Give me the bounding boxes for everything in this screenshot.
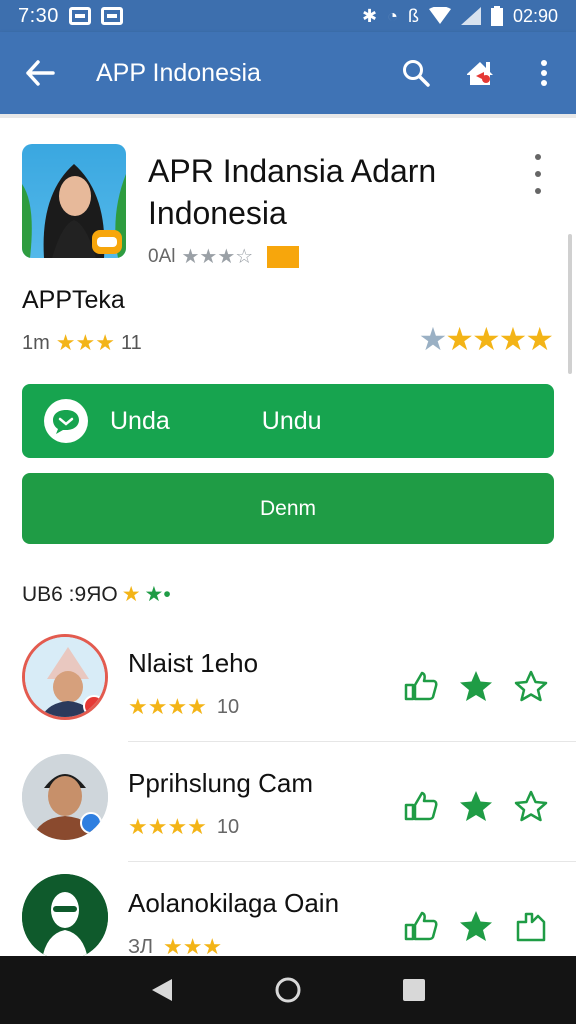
- reviews-section-label: UB6 :9ЯО: [22, 582, 118, 606]
- install-button-label-secondary: Undu: [261, 406, 322, 435]
- review-stars: ★★★★: [128, 694, 207, 719]
- review-rating: ★★★★ 10: [128, 694, 239, 720]
- app-bar-title: APP Indonesia: [96, 58, 261, 87]
- star-outline-icon[interactable]: [514, 670, 548, 702]
- vibrate-icon: ß: [407, 5, 419, 26]
- share-icon[interactable]: [448, 32, 512, 114]
- review-actions: [404, 670, 548, 702]
- rating-stars-gold: ★★★★: [445, 321, 554, 357]
- review-actions: [404, 790, 548, 822]
- status-clock: 02:90: [512, 5, 558, 26]
- status-bar: 7:30 ✱ ◔ ß 02:90: [0, 0, 576, 32]
- app-overflow-menu-icon[interactable]: [526, 154, 550, 194]
- bluetooth-icon: ✱: [361, 5, 378, 26]
- back-arrow-icon[interactable]: [0, 32, 80, 114]
- app-icon: [22, 144, 126, 258]
- scrollbar[interactable]: [568, 234, 572, 374]
- review-count: 10: [216, 695, 240, 718]
- reviews-section-header: UB6 :9ЯО ★ ★•: [22, 582, 171, 607]
- review-actions: [404, 910, 548, 942]
- app-meta-stars: ★★★☆: [181, 246, 254, 268]
- nav-back-icon[interactable]: [150, 977, 174, 1003]
- rating-stars-large: ★★★★★: [418, 320, 554, 358]
- section-star-gold: ★: [121, 583, 141, 606]
- reviewer-name: Pprihslung Cam: [128, 768, 313, 798]
- nav-home-icon[interactable]: [274, 976, 302, 1004]
- app-details-card: APR Indansia Adarn Indonesia 0Al ★★★☆ AP…: [0, 114, 576, 960]
- system-nav-bar: [0, 956, 576, 1024]
- developer-name[interactable]: APPTeka: [22, 286, 125, 315]
- verified-badge-icon: [80, 812, 102, 834]
- rating-star-grey: ★: [418, 321, 448, 357]
- rating-stars: ★★★: [55, 330, 115, 355]
- app-meta-text: 0Al: [148, 245, 176, 267]
- review-divider: [128, 741, 576, 742]
- thumbs-up-icon[interactable]: [404, 791, 438, 821]
- star-filled-icon[interactable]: [459, 670, 493, 702]
- review-count: 10: [216, 815, 240, 838]
- reviewer-avatar: [22, 754, 108, 840]
- message-icon: [100, 7, 123, 25]
- thumbs-up-icon[interactable]: [404, 671, 438, 701]
- star-filled-icon[interactable]: [459, 910, 493, 942]
- rating-prefix: 1m: [22, 331, 50, 354]
- status-time: 7:30: [18, 4, 59, 27]
- reviewer-badge-icon: [83, 695, 105, 717]
- section-star-green: ★•: [144, 583, 171, 606]
- review-rating: ★★★★ 10: [128, 814, 239, 840]
- review-item[interactable]: Nlaist 1eho ★★★★ 10: [0, 634, 576, 754]
- card-top-edge: [0, 114, 576, 118]
- rating-summary: 1m ★★★ 11: [22, 330, 142, 356]
- app-meta-row: 0Al ★★★☆: [148, 244, 300, 269]
- review-stars: ★★★★: [128, 814, 207, 839]
- star-filled-icon[interactable]: [459, 790, 493, 822]
- nav-recents-icon[interactable]: [402, 978, 426, 1002]
- install-button[interactable]: Unda Undu: [22, 384, 554, 458]
- thumbs-up-icon[interactable]: [404, 911, 438, 941]
- bookmark-plus-icon[interactable]: [514, 910, 548, 942]
- battery-icon: [490, 6, 503, 26]
- chat-bubble-icon: [44, 399, 88, 443]
- search-icon[interactable]: [384, 32, 448, 114]
- wifi-icon: [428, 7, 451, 24]
- demo-button-label: Denm: [259, 496, 317, 520]
- reviewer-name: Aolanokilaga Oain: [128, 888, 340, 918]
- star-outline-icon[interactable]: [514, 790, 548, 822]
- install-button-label: Unda: [110, 406, 170, 435]
- reviewer-avatar: [22, 634, 108, 720]
- rating-count: 11: [120, 331, 142, 354]
- more-vert-icon[interactable]: [512, 32, 576, 114]
- app-meta-badge: [267, 245, 300, 268]
- app-bar: APP Indonesia: [0, 32, 576, 114]
- review-divider: [128, 861, 576, 862]
- signal-icon: [460, 7, 481, 25]
- message-icon: [68, 7, 91, 25]
- alarm-icon: ◔: [387, 5, 398, 26]
- reviewer-avatar: [22, 874, 108, 960]
- review-item[interactable]: Pprihslung Cam ★★★★ 10: [0, 754, 576, 874]
- app-title: APR Indansia Adarn Indonesia: [148, 153, 437, 231]
- reviewer-name: Nlaist 1eho: [128, 648, 259, 678]
- demo-button[interactable]: Denm: [22, 473, 554, 544]
